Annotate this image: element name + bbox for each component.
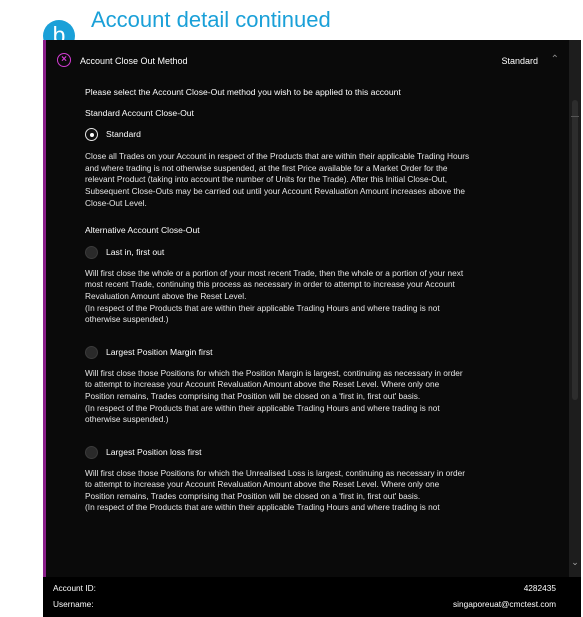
radio-option-largest-loss[interactable]: Largest Position loss first bbox=[85, 445, 555, 460]
description-line: (In respect of the Products that are wit… bbox=[85, 302, 440, 313]
description-line: Close-Out Level. bbox=[85, 197, 147, 208]
radio-button[interactable] bbox=[85, 245, 98, 259]
chevron-up-icon[interactable]: ⌃ bbox=[551, 54, 559, 65]
description-line: most recent Trade, continuing this proce… bbox=[85, 279, 455, 290]
account-id-value: 4282435 bbox=[523, 583, 556, 593]
radio-button[interactable] bbox=[85, 128, 98, 142]
username-value: singaporeuat@cmctest.com bbox=[453, 599, 556, 609]
username-label: Username: bbox=[53, 599, 94, 609]
description-line: Position remains, Trades comprising that… bbox=[85, 390, 421, 401]
option-label: Last in, first out bbox=[106, 246, 165, 257]
description-line: relevant Product (taking into account th… bbox=[85, 174, 448, 185]
section-body: Please select the Account Close-Out meth… bbox=[85, 87, 555, 514]
description-line: and where trading is not otherwise suspe… bbox=[85, 162, 448, 173]
selected-method-value: Standard bbox=[501, 56, 538, 66]
description-line: (In respect of the Products that are wit… bbox=[85, 402, 440, 413]
page-title: Account detail continued bbox=[91, 7, 331, 32]
radio-option-largest-margin[interactable]: Largest Position Margin first bbox=[85, 345, 555, 360]
description-line: to attempt to increase your Account Reva… bbox=[85, 379, 440, 390]
close-out-panel: × Account Close Out Method Standard ⌃ Pl… bbox=[43, 40, 581, 617]
account-footer: Account ID: 4282435 Username: singaporeu… bbox=[43, 577, 581, 617]
radio-button[interactable] bbox=[85, 345, 98, 359]
account-id-label: Account ID: bbox=[53, 583, 96, 593]
description-line: otherwise suspended.) bbox=[85, 314, 169, 325]
intro-text: Please select the Account Close-Out meth… bbox=[85, 87, 401, 97]
option-description: Close all Trades on your Account in resp… bbox=[85, 151, 555, 209]
description-line: (In respect of the Products that are wit… bbox=[85, 502, 440, 513]
option-description: Will first close the whole or a portion … bbox=[85, 268, 555, 326]
option-description: Will first close those Positions for whi… bbox=[85, 468, 555, 514]
section-title: Account Close Out Method bbox=[80, 56, 188, 66]
close-circle-icon[interactable]: × bbox=[57, 53, 71, 67]
description-line: Will first close those Positions for whi… bbox=[85, 467, 465, 478]
description-line: Position remains, Trades comprising that… bbox=[85, 490, 421, 501]
standard-heading: Standard Account Close-Out bbox=[85, 107, 194, 118]
option-description: Will first close those Positions for whi… bbox=[85, 368, 555, 426]
description-line: Close all Trades on your Account in resp… bbox=[85, 151, 470, 162]
description-line: otherwise suspended.) bbox=[85, 414, 169, 425]
section-header[interactable]: × Account Close Out Method Standard ⌃ bbox=[43, 49, 568, 73]
description-line: Will first close those Positions for whi… bbox=[85, 367, 463, 378]
option-label: Standard bbox=[106, 129, 141, 140]
scrollbar-grip bbox=[571, 116, 579, 117]
accent-bar bbox=[43, 40, 46, 577]
description-line: Revaluation Amount above the Reset Level… bbox=[85, 290, 247, 301]
description-line: Will first close the whole or a portion … bbox=[85, 267, 464, 278]
radio-button[interactable] bbox=[85, 445, 98, 459]
radio-option-standard[interactable]: Standard bbox=[85, 128, 555, 142]
chevron-down-icon[interactable]: ⌄ bbox=[570, 557, 580, 567]
option-label: Largest Position Margin first bbox=[106, 346, 213, 357]
option-label: Largest Position loss first bbox=[106, 446, 202, 457]
description-line: Subsequent Close-Outs may be carried out… bbox=[85, 185, 466, 196]
alternative-heading: Alternative Account Close-Out bbox=[85, 225, 200, 236]
scrollbar[interactable]: ⌄ bbox=[569, 40, 581, 577]
radio-option-lifo[interactable]: Last in, first out bbox=[85, 245, 555, 260]
description-line: to attempt to increase your Account Reva… bbox=[85, 479, 440, 490]
scrollbar-thumb[interactable] bbox=[572, 100, 578, 400]
